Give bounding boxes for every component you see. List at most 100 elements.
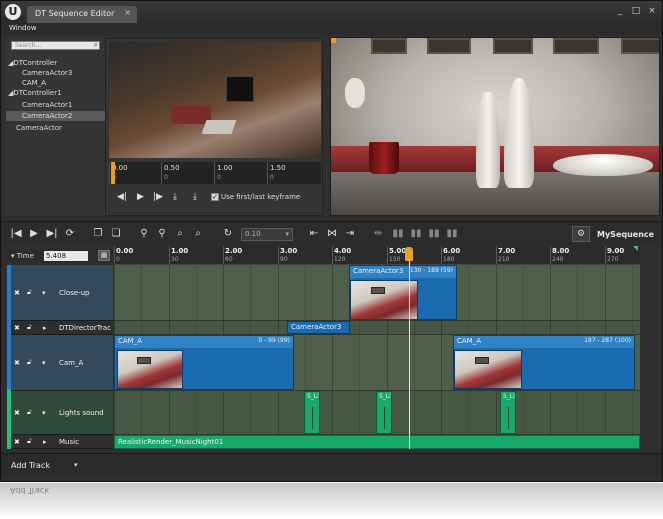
window-reflection: Add Track [0,483,663,519]
time-input[interactable]: 5.408 [44,251,88,261]
bars-icon[interactable]: ▮▮ [391,227,405,241]
ruler-tick [278,246,279,264]
ruler-major-label: 5.00 [389,247,407,255]
tree-node-dtcontroller[interactable]: ◢DTController [6,58,105,68]
ruler-major-label: 8.00 [552,247,570,255]
next-key-icon[interactable]: |▶ [153,192,163,202]
preview-scrub-handle[interactable] [111,162,115,184]
editor-tab[interactable]: DT Sequence Editor × [27,6,137,23]
tree-node-dtcontroller1[interactable]: ◢DTController1 [6,88,105,98]
split-icon[interactable]: ⋈ [325,227,339,241]
thumbnail-art [137,356,152,364]
lock-icon[interactable]: 🔓︎ [27,391,32,434]
lock-icon[interactable]: 🔓︎ [27,435,32,448]
track-header-close-up[interactable]: ✖ 🔓︎ ▾ Close-up [7,265,113,321]
minimize-button[interactable]: _ [613,5,627,17]
add-track-button[interactable]: Add Track [11,461,50,470]
tree-node-cameraactor2[interactable]: CameraActor2 [6,111,105,121]
chevron-down-icon[interactable]: ▾ [42,335,46,390]
lane-gridline [332,265,333,449]
camera-settings-icon[interactable]: ⚙ [572,226,590,242]
bars-icon[interactable]: ▮▮ [427,227,441,241]
zoom-out-icon[interactable]: ⚲ [155,227,169,241]
timeline-ruler[interactable]: 0.00 0 1.00 30 2.00 60 3.00 90 4.00 120 5.00 150 6.0… [114,246,640,265]
snap-icon[interactable]: ↻ [221,227,235,241]
wall-picture [493,38,533,54]
sound-label: S_Li [307,393,319,400]
sound-section[interactable]: S_Li [500,391,516,434]
maximize-button[interactable]: □ [629,5,643,17]
section-cam-a-1[interactable]: CAM_A 0 - 99 (99) [114,335,294,390]
track-header-lights-sound[interactable]: ✖ 🔓︎ ▾ Lights sound [7,391,113,435]
chevron-down-icon[interactable]: ▾ [42,391,46,434]
zoom-fit-icon[interactable]: ⌕ [191,227,205,241]
wall-picture [427,38,471,54]
zoom-in-icon[interactable]: ⚲ [137,227,151,241]
track-header-music[interactable]: ✖ 🔓︎ ▸ Music [7,435,113,449]
lock-icon[interactable]: 🔓︎ [27,265,32,320]
track-header-director[interactable]: ✖ 🔓︎ ▸ DTDirectorTrac [7,321,113,335]
tree-node-cameraactor1[interactable]: CameraActor1 [6,100,105,110]
close-icon[interactable]: ✖ [14,265,20,320]
search-icon[interactable]: ⌕ [94,41,98,49]
chevron-down-icon: ▾ [285,230,289,238]
copy-icon[interactable]: ❐ [91,227,105,241]
set-key-icon[interactable]: ⤓ [173,192,177,202]
close-icon[interactable]: ✖ [14,435,20,448]
trim-left-icon[interactable]: ⇤ [307,227,321,241]
tree-node-cameraactor[interactable]: CameraActor [6,123,105,133]
ruler-tick [387,246,388,264]
tab-close-icon[interactable]: × [124,8,131,17]
sound-section[interactable]: S_Li [376,391,392,434]
menu-window[interactable]: Window [9,24,37,32]
loop-icon[interactable]: ⟳ [63,227,77,241]
end-marker-icon[interactable] [633,246,638,251]
section-close-up[interactable]: CameraActor3 130 - 189 (59) [349,265,457,320]
align-icon[interactable]: ⇹ [371,227,385,241]
use-keyframe-checkbox[interactable]: ✓ [211,193,219,201]
use-first-last-keyframe[interactable]: ✓ Use first/last keyframe [211,193,300,201]
use-keyframe-label: Use first/last keyframe [221,193,301,201]
collapse-icon[interactable]: ▾ [11,252,15,260]
play-icon[interactable]: ▶ [137,192,144,202]
close-icon[interactable]: ✖ [14,321,20,334]
prev-key-icon[interactable]: ◀| [117,192,127,202]
preview-time-ruler[interactable]: 0.00 0 0.50 0 1.00 0 1.50 0 [109,162,321,184]
time-label: ▾ Time [11,252,34,260]
go-start-icon[interactable]: |◀ [9,227,23,241]
music-section[interactable]: RealisticRender_MusicNight01 [114,435,640,449]
add-key-icon[interactable]: ⤓ [193,192,197,202]
tree-node-cameraactor3[interactable]: CameraActor3 [6,68,105,78]
time-snap-icon[interactable]: ▦ [98,250,110,261]
zoom-selection-icon[interactable]: ⌕ [173,227,187,241]
snap-value-select[interactable]: 0.10 ▾ [241,228,293,241]
chevron-down-icon[interactable]: ▾ [42,265,46,320]
section-cam-a-2[interactable]: CAM_A 187 - 287 (100) [453,335,635,390]
chevron-right-icon[interactable]: ▸ [43,435,47,448]
white-bowl [553,154,653,176]
tree-node-cam-a[interactable]: CAM_A [6,78,105,88]
close-icon[interactable]: ✖ [14,335,20,390]
sound-section[interactable]: S_Li [304,391,320,434]
track-lanes[interactable]: CameraActor3 130 - 189 (59) CameraActor3… [114,265,640,449]
close-icon[interactable]: ✖ [14,391,20,434]
play-icon[interactable]: ▶ [27,227,41,241]
chevron-down-icon[interactable]: ▾ [74,461,78,469]
search-input[interactable]: Search... ⌕ [11,41,100,50]
close-button[interactable]: × [645,5,659,17]
preview-ruler-tick [109,162,110,184]
main-viewport[interactable] [330,37,660,216]
ruler-tick [441,246,442,264]
trim-right-icon[interactable]: ⇥ [343,227,357,241]
lock-icon[interactable]: 🔓︎ [27,335,32,390]
chevron-right-icon[interactable]: ▸ [43,321,47,334]
paste-icon[interactable]: ❏ [109,227,123,241]
section-director[interactable]: CameraActor3 [287,321,350,334]
bars-icon[interactable]: ▮▮ [445,227,459,241]
bars-icon[interactable]: ▮▮ [409,227,423,241]
track-header-cam-a[interactable]: ✖ 🔓︎ ▾ Cam_A [7,335,113,391]
sequence-select[interactable]: MySequence ▾ [597,227,657,254]
lock-icon[interactable]: 🔓︎ [27,321,32,334]
go-end-icon[interactable]: ▶| [45,227,59,241]
section-label: CameraActor3 [353,267,404,275]
